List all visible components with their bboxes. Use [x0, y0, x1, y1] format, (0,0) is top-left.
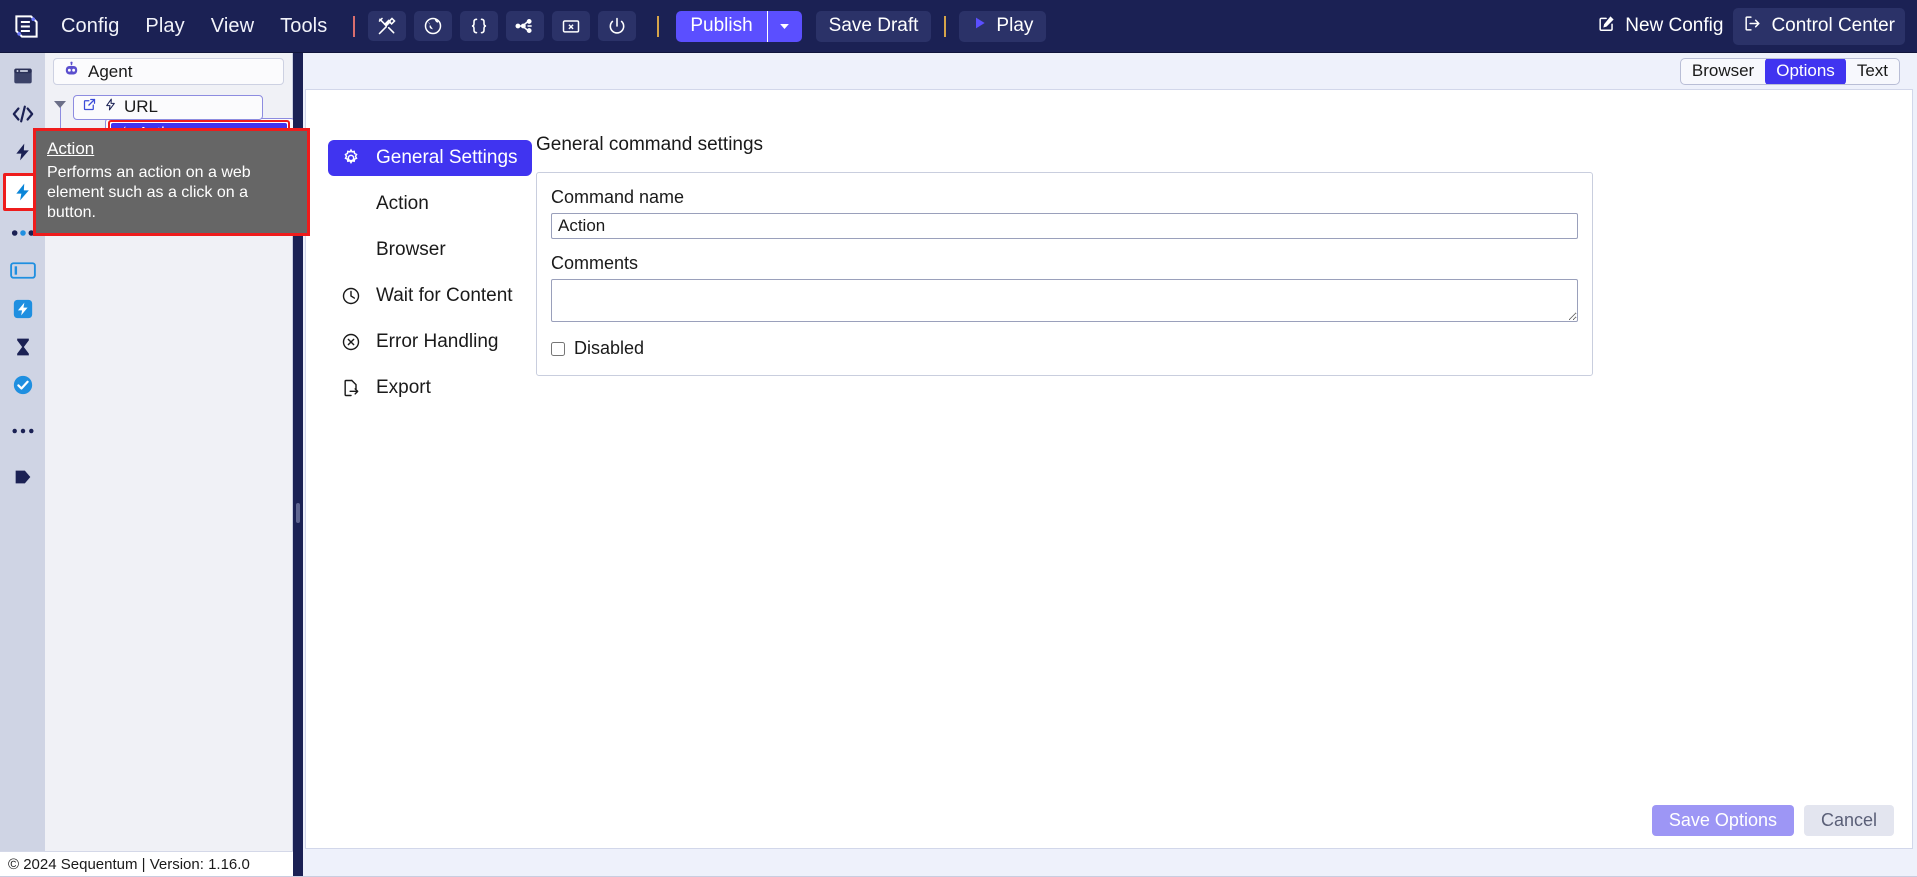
tree-agent-label: Agent	[88, 61, 133, 81]
tree-agent-row[interactable]: Agent	[53, 58, 284, 85]
tab-text[interactable]: Text	[1846, 59, 1899, 84]
tools-icon[interactable]	[368, 11, 407, 41]
nav-item-error-handling[interactable]: Error Handling	[328, 324, 532, 360]
nav-item-label: Export	[376, 377, 431, 398]
chevron-down-icon[interactable]	[767, 10, 802, 42]
error-circle-icon	[340, 332, 362, 352]
disabled-row: Disabled	[551, 338, 1578, 359]
menu-view[interactable]: View	[198, 11, 267, 42]
action-tooltip: Action Performs an action on a web eleme…	[33, 128, 310, 236]
settings-nav: General Settings Action Browser Wait for…	[306, 90, 536, 848]
nav-item-label: Action	[376, 193, 429, 214]
globe-icon[interactable]	[414, 11, 453, 41]
splitter-grip[interactable]	[296, 503, 300, 523]
options-content-card: General Settings Action Browser Wait for…	[305, 89, 1913, 849]
tree-row-url: URL	[45, 94, 292, 120]
control-center-button[interactable]: Control Center	[1733, 7, 1905, 45]
menu-play[interactable]: Play	[132, 11, 197, 42]
rail-hourglass-icon[interactable]	[5, 330, 41, 363]
nav-item-label: Error Handling	[376, 331, 499, 352]
clock-icon	[340, 286, 362, 306]
tree-url-node[interactable]: URL	[73, 94, 263, 120]
tooltip-title: Action	[47, 139, 95, 158]
logout-arrow-icon	[1743, 14, 1762, 39]
main-content-area: Browser Options Text General Settings Ac…	[303, 53, 1917, 877]
settings-body: General command settings Command name Co…	[536, 90, 1912, 848]
command-name-input[interactable]	[551, 213, 1578, 239]
comments-input[interactable]	[551, 279, 1578, 322]
play-button[interactable]: Play	[959, 10, 1047, 42]
tree-body: URL Action	[45, 94, 295, 147]
nav-item-action[interactable]: Action	[328, 186, 532, 222]
gear-icon	[340, 148, 362, 168]
rail-more-icon[interactable]	[5, 414, 41, 447]
general-settings-fieldset: Command name Comments Disabled	[536, 172, 1593, 376]
view-tabs: Browser Options Text	[1679, 57, 1900, 85]
menu-config[interactable]: Config	[48, 11, 132, 42]
disabled-label: Disabled	[574, 338, 645, 358]
save-options-button[interactable]: Save Options	[1651, 805, 1794, 836]
disabled-checkbox[interactable]	[551, 341, 565, 356]
menu-tools[interactable]: Tools	[267, 11, 340, 42]
nav-item-label: Wait for Content	[376, 285, 513, 306]
tree-url-label: URL	[124, 97, 159, 116]
new-config-label: New Config	[1625, 15, 1724, 36]
control-center-label: Control Center	[1771, 15, 1895, 36]
save-draft-button[interactable]: Save Draft	[815, 10, 932, 42]
robot-icon	[63, 61, 80, 83]
tab-options[interactable]: Options	[1765, 58, 1846, 84]
nav-item-label: Browser	[376, 239, 446, 260]
tab-browser[interactable]: Browser	[1681, 59, 1765, 84]
status-bar: © 2024 Sequentum | Version: 1.16.0	[0, 851, 293, 877]
rail-tag-icon[interactable]	[5, 460, 41, 493]
power-icon[interactable]	[598, 11, 637, 41]
sequentum-logo-icon[interactable]	[4, 0, 48, 53]
rail-action-square-icon[interactable]	[5, 292, 41, 325]
top-toolbar: Config Play View Tools Publish Save Draf…	[0, 0, 1917, 53]
toolbar-divider-1	[353, 15, 356, 37]
footer-actions: Save Options Cancel	[1651, 805, 1894, 836]
publish-button[interactable]: Publish	[676, 10, 768, 42]
tooltip-description: Performs an action on a web element such…	[47, 164, 251, 221]
status-bar-text: © 2024 Sequentum | Version: 1.16.0	[8, 856, 250, 873]
rail-browser-icon[interactable]	[5, 59, 41, 92]
nav-item-wait-for-content[interactable]: Wait for Content	[328, 278, 532, 314]
network-graph-icon[interactable]	[506, 11, 545, 41]
rail-check-circle-icon[interactable]	[5, 368, 41, 401]
new-config-button[interactable]: New Config	[1587, 8, 1733, 45]
play-button-label: Play	[996, 15, 1034, 36]
main-header: Browser Options Text	[303, 53, 1917, 89]
nav-item-general-settings[interactable]: General Settings	[328, 140, 532, 176]
rail-input-icon[interactable]	[5, 254, 41, 287]
play-triangle-icon	[972, 15, 988, 37]
lightning-icon	[104, 97, 117, 117]
nav-item-export[interactable]: Export	[328, 370, 532, 406]
code-braces-icon[interactable]	[460, 11, 499, 41]
rail-code-icon[interactable]	[5, 97, 41, 130]
nav-item-label: General Settings	[376, 147, 518, 168]
topbar-right-group: New Config Control Center	[1587, 7, 1917, 45]
export-icon	[340, 378, 362, 398]
toolbar-divider-2	[657, 15, 660, 37]
panel-title: General command settings	[536, 134, 764, 155]
toolbar-divider-3	[944, 15, 947, 37]
command-name-label: Command name	[551, 187, 685, 207]
cancel-button[interactable]: Cancel	[1803, 805, 1894, 836]
comments-label: Comments	[551, 253, 639, 273]
folder-delete-icon[interactable]	[552, 11, 591, 41]
nav-item-browser[interactable]: Browser	[328, 232, 532, 268]
edit-square-icon	[1597, 14, 1616, 39]
external-link-icon	[82, 97, 97, 117]
publish-button-group: Publish	[676, 10, 802, 42]
